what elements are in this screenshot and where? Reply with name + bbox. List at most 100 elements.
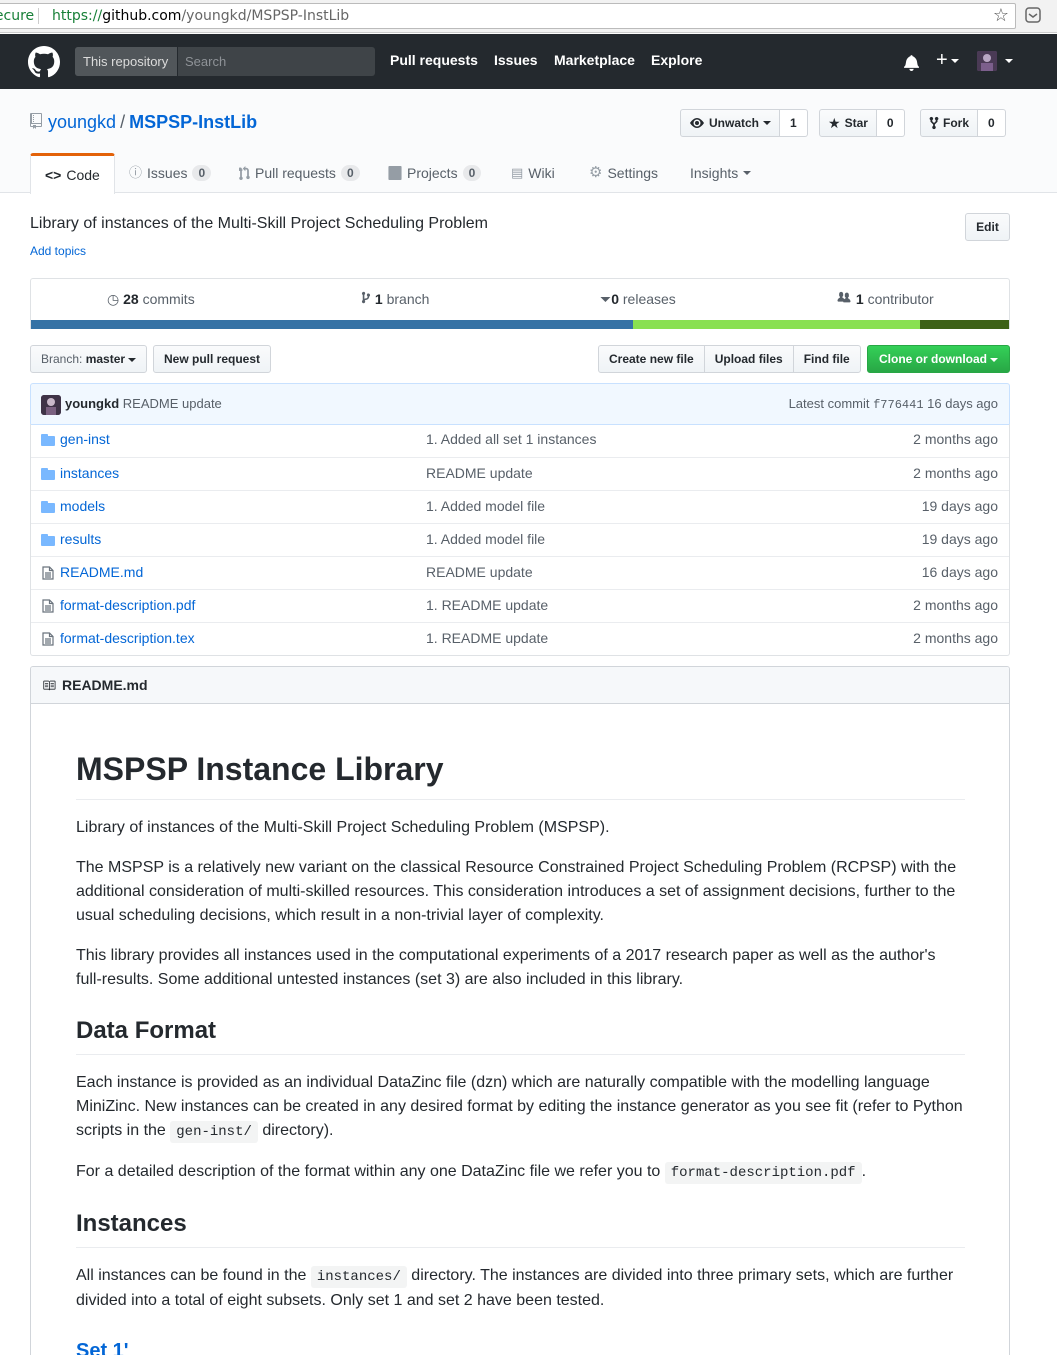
section-heading-data-format: Data Format (76, 1016, 965, 1055)
bell-icon[interactable] (904, 54, 919, 71)
repo-owner-link[interactable]: youngkd (48, 112, 116, 132)
tab-label: Insights (690, 165, 739, 181)
commit-sha[interactable]: f776441 (873, 398, 923, 412)
chevron-down-icon[interactable] (1005, 59, 1013, 63)
file-name-link[interactable]: models (60, 498, 105, 514)
file-name-link[interactable]: instances (60, 465, 119, 481)
tab-insights[interactable]: Insights (690, 153, 752, 193)
plus-icon[interactable]: + (936, 49, 959, 72)
file-name-link[interactable]: format-description.pdf (60, 597, 195, 613)
clone-download-button[interactable]: Clone or download (867, 345, 1010, 373)
chevron-down-icon (763, 121, 772, 125)
nav-explore[interactable]: Explore (651, 52, 702, 68)
repo-name-link[interactable]: MSPSP-InstLib (129, 112, 257, 132)
section-heading-instances: Instances (76, 1209, 965, 1248)
clone-label: Clone or download (879, 352, 987, 366)
create-new-file-button[interactable]: Create new file (598, 345, 705, 373)
gear-icon: ⚙ (589, 164, 603, 181)
branches-link[interactable]: 1 branch (361, 291, 429, 307)
file-age: 19 days ago (921, 531, 998, 547)
tab-label: Wiki (528, 165, 555, 181)
file-commit-message[interactable]: README update (426, 564, 533, 580)
paragraph-text: For a detailed description of the format… (76, 1163, 661, 1180)
latest-commit-label: Latest commit (788, 396, 870, 411)
avatar[interactable] (977, 51, 997, 71)
projects-counter: 0 (462, 165, 482, 181)
releases-count: 0 (611, 291, 619, 307)
file-commit-message[interactable]: 1. Added model file (426, 498, 545, 514)
contributors-link[interactable]: 1 contributor (836, 291, 934, 307)
address-bar[interactable]: Secure https://github.com/youngkd/MSPSP-… (0, 3, 1016, 29)
language-bar[interactable] (31, 320, 1009, 329)
file-name-link[interactable]: gen-inst (60, 431, 110, 447)
nav-issues[interactable]: Issues (494, 52, 538, 68)
fork-count[interactable]: 0 (978, 109, 1006, 137)
nav-marketplace[interactable]: Marketplace (554, 52, 635, 68)
add-topics-link[interactable]: Add topics (30, 244, 86, 258)
readme-paragraph: For a detailed description of the format… (76, 1160, 965, 1185)
file-name-link[interactable]: format-description.tex (60, 630, 195, 646)
github-logo-icon[interactable] (28, 46, 60, 78)
avatar[interactable] (41, 395, 61, 415)
commit-summary: youngkd README update (65, 396, 222, 411)
file-icon (42, 599, 54, 613)
tab-issues[interactable]: ⓘ Issues 0 (129, 153, 212, 193)
file-commit-message[interactable]: 1. README update (426, 597, 548, 613)
paragraph-text: . (861, 1163, 867, 1180)
contributor-count: 1 (855, 291, 864, 307)
extension-icon[interactable] (1024, 6, 1042, 24)
repo-title: youngkd / MSPSP-InstLib (48, 112, 257, 133)
nav-pull-requests[interactable]: Pull requests (390, 52, 478, 68)
watch-label: Unwatch (709, 116, 760, 130)
star-icon: ★ (828, 115, 841, 131)
language-segment-shell[interactable] (633, 320, 920, 329)
readme-paragraph: The MSPSP is a relatively new variant on… (76, 859, 957, 924)
history-icon: ◷ (107, 291, 120, 307)
commits-label: commits (142, 291, 195, 307)
language-segment-other[interactable] (920, 320, 1009, 329)
eye-icon (690, 118, 704, 128)
paragraph-text: All instances can be found in the (76, 1267, 307, 1284)
tab-code[interactable]: <> Code (30, 153, 115, 194)
watch-count[interactable]: 1 (780, 109, 808, 137)
commit-author[interactable]: youngkd (65, 396, 119, 411)
section-heading-set-1[interactable]: Set 1' (76, 1337, 965, 1355)
file-name-link[interactable]: README.md (60, 564, 143, 580)
tab-wiki[interactable]: ▤ Wiki (511, 153, 555, 193)
fork-button[interactable]: Fork (920, 109, 979, 137)
commits-link[interactable]: ◷ 28 commits (107, 291, 195, 308)
tab-projects[interactable]: Projects 0 (388, 153, 482, 193)
table-row: gen-inst 1. Added all set 1 instances 2 … (31, 424, 1009, 457)
commit-age: 16 days ago (927, 396, 998, 411)
book-icon (43, 680, 56, 690)
star-count[interactable]: 0 (876, 109, 905, 137)
commits-count: 28 (123, 291, 139, 307)
watch-button[interactable]: Unwatch (680, 109, 781, 137)
releases-label: releases (622, 291, 676, 307)
upload-files-button[interactable]: Upload files (703, 345, 794, 373)
pr-counter: 0 (340, 165, 360, 181)
folder-icon (41, 534, 55, 546)
file-commit-message[interactable]: 1. Added model file (426, 531, 545, 547)
bookmark-star-icon[interactable]: ☆ (993, 4, 1009, 28)
file-commit-message[interactable]: 1. README update (426, 630, 548, 646)
file-name-link[interactable]: results (60, 531, 101, 547)
branch-select[interactable]: Branch: master (30, 345, 147, 373)
new-pull-request-button[interactable]: New pull request (153, 345, 271, 373)
star-button[interactable]: ★ Star (819, 109, 877, 137)
commit-message[interactable]: README update (123, 396, 222, 411)
find-file-button[interactable]: Find file (792, 345, 861, 373)
tab-settings[interactable]: ⚙ Settings (589, 153, 658, 193)
tab-pull-requests[interactable]: Pull requests 0 (239, 153, 360, 193)
table-row: models 1. Added model file 19 days ago (31, 490, 1009, 523)
readme-content: MSPSP Instance Library Library of instan… (76, 749, 965, 1355)
tag-icon: ⏷ (600, 291, 612, 307)
releases-link[interactable]: ⏷0 releases (600, 291, 676, 308)
search-input[interactable] (179, 47, 375, 76)
language-segment-python[interactable] (31, 320, 633, 329)
edit-button[interactable]: Edit (965, 213, 1010, 241)
file-commit-message[interactable]: README update (426, 465, 533, 481)
project-icon (388, 166, 402, 180)
file-commit-message[interactable]: 1. Added all set 1 instances (426, 431, 596, 447)
folder-icon (41, 501, 55, 513)
